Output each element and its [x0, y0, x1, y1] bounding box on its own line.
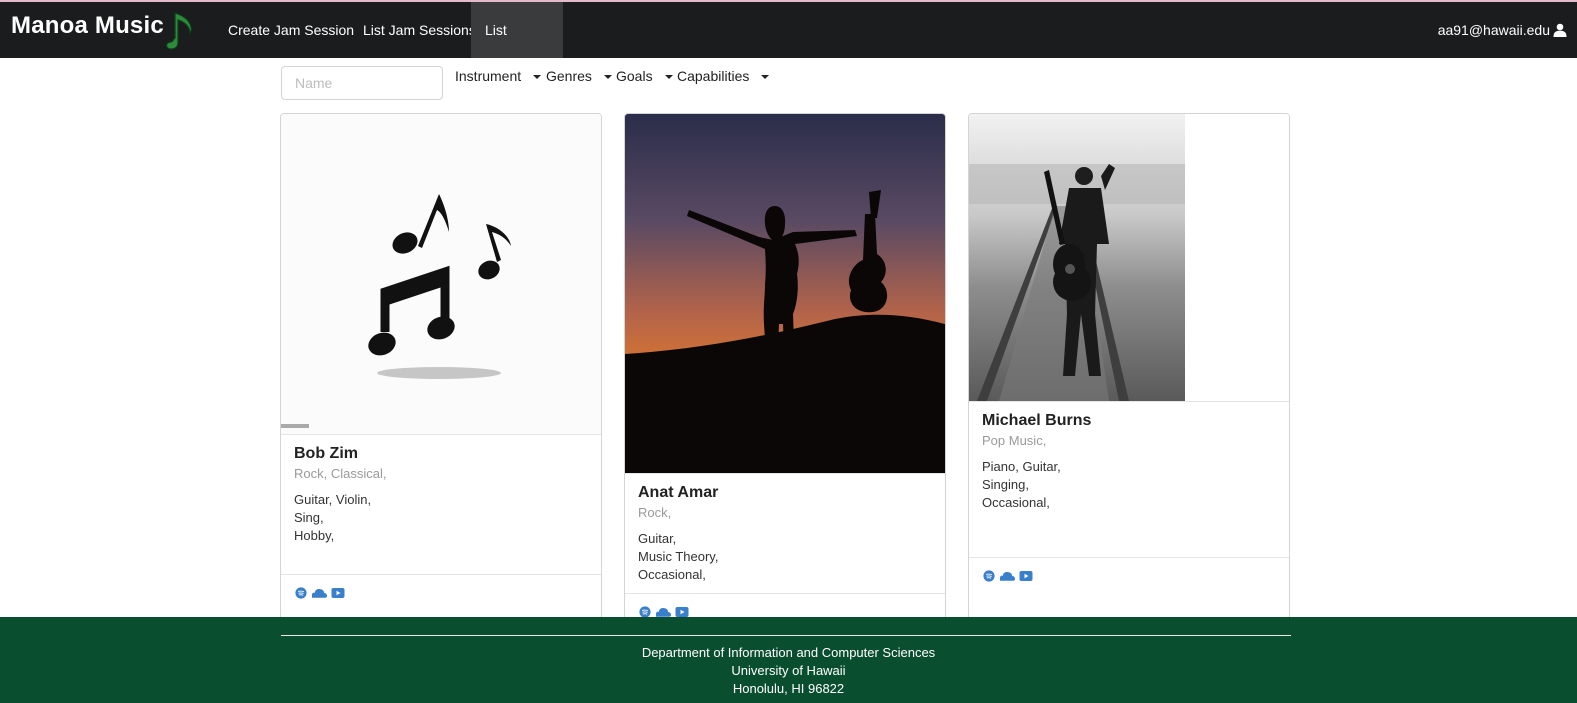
genres-dropdown[interactable]: Genres — [546, 68, 612, 84]
profile-card[interactable]: Michael Burns Pop Music, Piano, Guitar, … — [968, 113, 1290, 653]
genres-dropdown-label: Genres — [546, 68, 592, 84]
capabilities-dropdown-label: Capabilities — [677, 68, 750, 84]
profile-description: Guitar, Violin, Sing, Hobby, — [294, 491, 588, 545]
profile-capabilities: Singing, — [982, 477, 1029, 492]
youtube-icon[interactable] — [1019, 570, 1033, 582]
profile-image — [625, 114, 945, 473]
capabilities-dropdown[interactable]: Capabilities — [677, 68, 770, 84]
profile-instruments: Guitar, — [638, 531, 677, 546]
caret-down-icon — [603, 75, 612, 79]
instrument-dropdown[interactable]: Instrument — [455, 68, 542, 84]
goals-dropdown-label: Goals — [616, 68, 653, 84]
nav-list-profiles[interactable]: List Profiles — [471, 2, 563, 94]
nav-list-jam-sessions[interactable]: List Jam Sessions — [349, 2, 490, 58]
profile-goals: Occasional, — [982, 495, 1050, 510]
spotify-icon[interactable] — [294, 587, 308, 599]
card-content: Michael Burns Pop Music, Piano, Guitar, … — [969, 401, 1289, 512]
footer-department: Department of Information and Computer S… — [641, 645, 936, 660]
soundcloud-icon[interactable] — [999, 570, 1016, 582]
card-content: Bob Zim Rock, Classical, Guitar, Violin,… — [281, 434, 601, 545]
card-links — [281, 574, 601, 611]
footer-address: Honolulu, HI 96822 — [732, 681, 845, 696]
profile-capabilities: Sing, — [294, 510, 324, 525]
card-content: Anat Amar Rock, Guitar, Music Theory, Oc… — [625, 473, 945, 584]
user-icon — [1553, 23, 1567, 37]
nav-create-jam-session[interactable]: Create Jam Session — [214, 2, 368, 58]
profile-instruments: Piano, Guitar, — [982, 459, 1061, 474]
railway-guitar-photo — [969, 114, 1185, 401]
profile-goals: Hobby, — [294, 528, 335, 543]
instrument-dropdown-label: Instrument — [455, 68, 522, 84]
profile-genres: Rock, Classical, — [294, 466, 387, 481]
profile-card[interactable]: Bob Zim Rock, Classical, Guitar, Violin,… — [280, 113, 602, 653]
youtube-icon[interactable] — [331, 587, 345, 599]
profile-name: Michael Burns — [982, 412, 1092, 429]
profile-image — [281, 114, 601, 434]
goals-dropdown[interactable]: Goals — [616, 68, 673, 84]
profile-instruments: Guitar, Violin, — [294, 492, 372, 507]
user-menu[interactable]: aa91@hawaii.edu — [1438, 2, 1567, 58]
profile-genres: Rock, — [638, 505, 672, 520]
profile-capabilities: Music Theory, — [638, 549, 719, 564]
profile-goals: Occasional, — [638, 567, 706, 582]
footer-university: University of Hawaii — [731, 663, 846, 678]
spotify-icon[interactable] — [982, 570, 996, 582]
profile-name: Anat Amar — [638, 484, 719, 501]
navbar: Manoa Music Create Jam Session List Jam … — [0, 2, 1577, 94]
card-links — [969, 557, 1289, 594]
caret-down-icon — [533, 75, 542, 79]
footer-divider — [281, 635, 1291, 636]
profile-card[interactable]: Anat Amar Rock, Guitar, Music Theory, Oc… — [624, 113, 946, 653]
profile-image — [969, 114, 1289, 401]
caret-down-icon — [664, 75, 673, 79]
profile-description: Guitar, Music Theory, Occasional, — [638, 530, 932, 584]
filter-bar: Instrument Genres Goals Capabilities — [281, 66, 1291, 102]
user-email: aa91@hawaii.edu — [1437, 22, 1550, 38]
music-notes-icon — [281, 114, 601, 434]
caret-down-icon — [761, 75, 770, 79]
name-search-input[interactable] — [281, 66, 443, 100]
brand-logo-text[interactable]: Manoa Music — [11, 12, 164, 40]
profile-name: Bob Zim — [294, 445, 358, 462]
soundcloud-icon[interactable] — [311, 587, 328, 599]
sunset-guitar-silhouette — [625, 114, 945, 473]
profile-description: Piano, Guitar, Singing, Occasional, — [982, 458, 1276, 512]
footer: Department of Information and Computer S… — [0, 617, 1577, 703]
profile-genres: Pop Music, — [982, 433, 1047, 448]
music-note-icon — [165, 12, 192, 50]
